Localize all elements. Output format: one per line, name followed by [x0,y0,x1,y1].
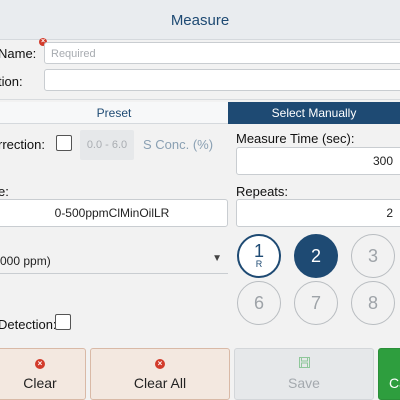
measure-time-input[interactable]: 300 [236,147,400,175]
save-button[interactable]: Save [234,348,374,400]
position-button-7[interactable]: 7 [294,281,338,325]
measure-time-label: Measure Time (sec): [236,131,355,146]
title-bar: Measure [0,0,400,40]
save-label: Save [288,375,320,391]
position-button-2[interactable]: 2 [294,234,338,278]
tab-preset[interactable]: Preset [0,102,228,124]
range-dropdown[interactable]: 000 ppm) ▼ [0,246,228,274]
window-title: Measure [170,12,230,29]
position-button-6[interactable]: 6 [237,281,281,325]
position-button-8[interactable]: 8 [351,281,395,325]
name-placeholder: Required [51,48,96,60]
position-sub-label: R [255,259,263,269]
save-icon [235,357,373,371]
concentration-label: S Conc. (%) [143,137,214,152]
correction-label: rrection: [0,137,45,152]
clear-icon: × [35,359,45,369]
position-button-1[interactable]: 1 R [237,234,281,278]
repeats-input[interactable]: 2 [236,199,400,227]
description-input[interactable] [44,69,400,91]
detection-checkbox[interactable] [55,314,71,330]
clear-all-label: Clear All [133,375,187,391]
position-button-3[interactable]: 3 [351,234,395,278]
repeats-label: Repeats: [236,184,289,199]
correction-checkbox[interactable] [56,135,72,151]
method-label: e: [0,184,9,199]
range-dropdown-value: 000 ppm) [0,254,51,268]
go-button[interactable]: Ca [378,348,400,400]
clear-label: Clear [23,375,57,391]
method-field[interactable]: 0-500ppmClMinOilLR [0,199,228,227]
correction-range-field: 0.0 - 6.0 [80,130,134,160]
go-label: Ca [389,375,400,391]
tab-select-manually[interactable]: Select Manually [228,102,400,124]
clear-all-button[interactable]: × Clear All [90,348,230,400]
description-label: tion: [0,74,23,89]
clear-all-icon: × [155,359,165,369]
name-label: Name: [0,46,37,61]
chevron-down-icon: ▼ [212,253,222,264]
position-number: 1 [253,241,264,261]
section-divider [0,99,400,100]
name-input[interactable]: Required [44,42,400,64]
detection-label: Detection: [0,317,57,332]
clear-button[interactable]: × Clear [0,348,86,400]
